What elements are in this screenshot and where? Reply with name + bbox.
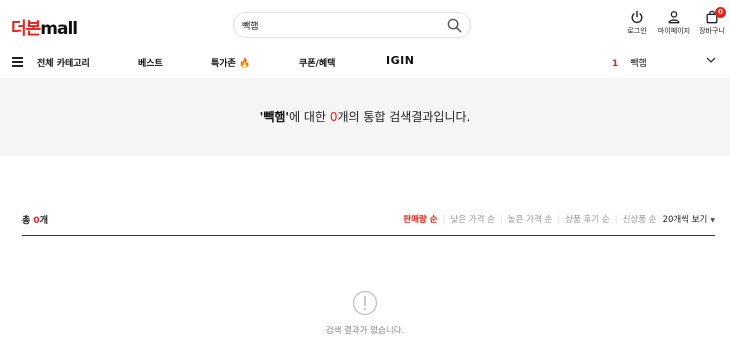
trending-rank: 1 xyxy=(612,59,619,69)
nav-special[interactable]: 특가존 🔥 xyxy=(211,56,250,69)
mypage-button[interactable]: 마이페이지 xyxy=(654,10,694,36)
login-button[interactable]: 로그인 xyxy=(617,10,657,36)
trending-keyword[interactable]: 1 빽햄 xyxy=(612,56,647,69)
total-count: 총 0개 xyxy=(22,213,48,226)
menu-icon[interactable] xyxy=(12,57,23,67)
search-box xyxy=(233,12,471,38)
trending-term: 빽햄 xyxy=(630,59,647,69)
nav-all-categories[interactable]: 전체 카테고리 xyxy=(37,56,90,69)
nav-best[interactable]: 베스트 xyxy=(138,56,163,69)
main-nav: 전체 카테고리 베스트 특가존 🔥 쿠폰/혜택 IGIN 1 빽햄 xyxy=(0,50,730,76)
page-size-label: 20개씩 보기 xyxy=(662,215,708,225)
chevron-down-icon[interactable] xyxy=(706,56,716,64)
cart-label: 장바구니 xyxy=(699,27,725,35)
sort-sales[interactable]: 판매량 순 xyxy=(403,215,437,225)
logo-part2: mall xyxy=(40,19,78,39)
header: 더본mall 로그인 마이페이지 0 장바구니 xyxy=(0,0,730,50)
sort-price-low[interactable]: 낮은 가격 순 xyxy=(450,215,495,225)
empty-state: 검색 결과가 없습니다. xyxy=(0,290,730,336)
logo[interactable]: 더본mall xyxy=(11,14,78,39)
mypage-label: 마이페이지 xyxy=(657,27,691,35)
search-result-banner: '빽햄'에 대한 0개의 통합 검색결과입니다. xyxy=(0,78,730,156)
user-icon xyxy=(668,11,680,24)
result-text2: 개의 통합 검색결과입니다. xyxy=(337,110,471,124)
result-summary: '빽햄'에 대한 0개의 통합 검색결과입니다. xyxy=(0,108,730,125)
search-input[interactable] xyxy=(242,17,442,34)
nav-coupon[interactable]: 쿠폰/혜택 xyxy=(299,56,335,69)
caret-down-icon: ▼ xyxy=(710,217,715,224)
search-icon[interactable] xyxy=(447,18,462,33)
result-text1: 에 대한 xyxy=(289,110,330,124)
total-prefix: 총 xyxy=(22,216,34,226)
sort-price-high[interactable]: 높은 가격 순 xyxy=(508,215,553,225)
result-query: '빽햄' xyxy=(259,110,290,124)
page-size-select[interactable]: 20개씩 보기 ▼ xyxy=(663,215,715,225)
nav-igin[interactable]: IGIN xyxy=(386,54,414,67)
sort-newest[interactable]: 신상품 순 xyxy=(623,215,657,225)
cart-button[interactable]: 0 장바구니 xyxy=(692,7,730,36)
total-suffix: 개 xyxy=(39,216,48,226)
alert-circle-icon xyxy=(352,290,378,316)
sort-reviews[interactable]: 상품 후기 순 xyxy=(565,215,610,225)
list-toolbar: 총 0개 판매량 순 | 낮은 가격 순 | 높은 가격 순 | 상품 후기 순 | 신상품 순… xyxy=(22,212,715,236)
empty-message: 검색 결과가 없습니다. xyxy=(325,326,405,336)
login-label: 로그인 xyxy=(627,27,647,35)
cart-count-badge: 0 xyxy=(715,7,726,18)
logo-part1: 더본 xyxy=(11,19,41,39)
power-icon xyxy=(631,10,643,24)
sort-options: 판매량 순 | 낮은 가격 순 | 높은 가격 순 | 상품 후기 순 | 신상품 순 20개씩 … xyxy=(403,215,715,225)
